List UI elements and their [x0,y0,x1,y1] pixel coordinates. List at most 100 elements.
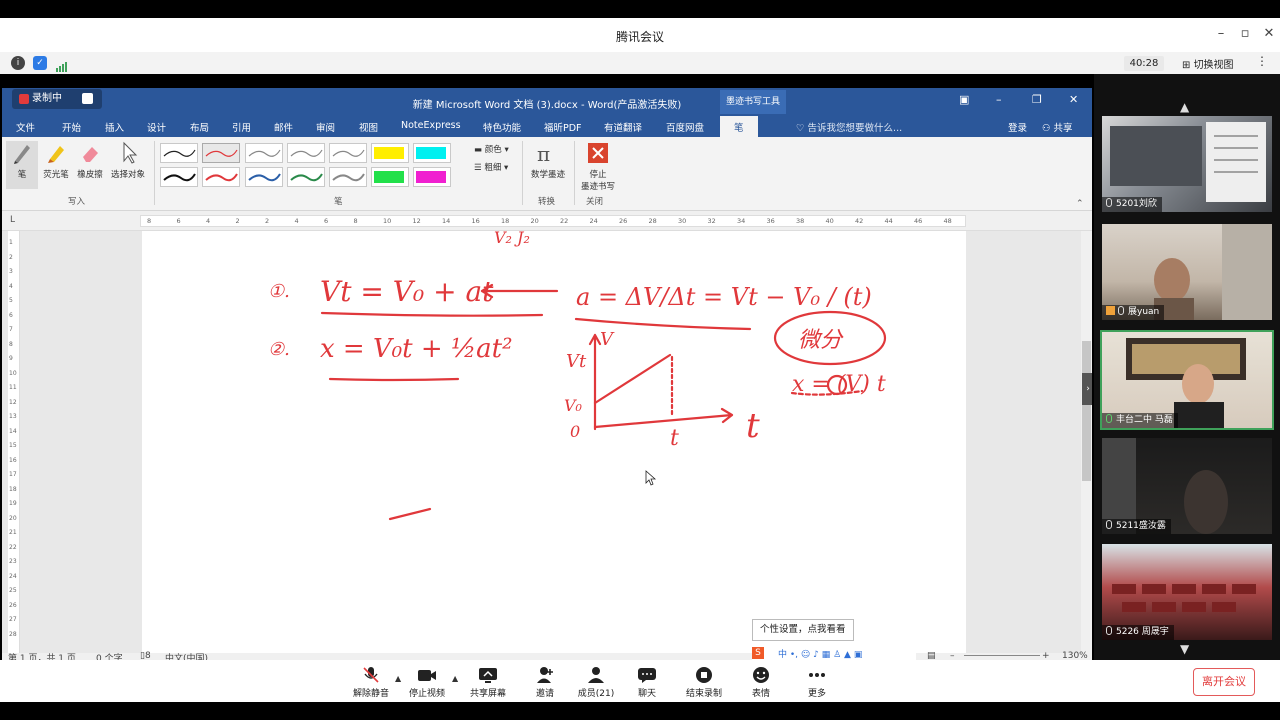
vruler-tick-label: 4 [9,282,13,290]
highlighter-tool-button[interactable]: 荧光笔 [40,141,72,189]
tab-home[interactable]: 开始 [62,120,81,134]
thickness-button[interactable]: ☰ 粗细 ▾ [474,161,508,173]
scrollbar-thumb[interactable] [1082,341,1091,481]
tab-design[interactable]: 设计 [147,120,166,134]
stop-recording-button[interactable]: 结束录制 [676,666,732,699]
tab-review[interactable]: 审阅 [316,120,335,134]
word-minimize-button[interactable]: – [996,93,1002,106]
select-objects-button[interactable]: 选择对象 [108,141,148,189]
scroll-down-icon[interactable]: ▼ [1180,642,1189,656]
pen-swatch[interactable] [160,167,198,187]
highlighter-swatch[interactable] [413,143,451,163]
ruler-tick-label: 40 [825,217,834,225]
tab-layout[interactable]: 布局 [190,120,209,134]
scroll-up-icon[interactable]: ▲ [1180,100,1189,114]
math-ink-button[interactable]: π 数学墨迹 [526,141,570,189]
pen-swatch[interactable] [329,143,367,163]
color-button[interactable]: ▬ 颜色 ▾ [474,143,509,155]
invite-button[interactable]: 邀请 [517,666,573,699]
document-page[interactable]: V₂ J₂ ①. Vt = V₀ + at a = ΔV/Δt = Vt − V… [142,228,966,653]
ink-canvas[interactable]: V₂ J₂ ①. Vt = V₀ + at a = ΔV/Δt = Vt − V… [142,228,966,653]
vruler-tick-label: 20 [9,514,17,522]
tab-insert[interactable]: 插入 [105,120,124,134]
signal-icon[interactable] [56,57,68,76]
tab-references[interactable]: 引用 [232,120,251,134]
ruler-tick-label: 22 [560,217,569,225]
eraser-label: 橡皮擦 [77,170,103,180]
video-tile[interactable]: 5226 周晟宇 [1102,544,1272,640]
vruler-tick-label: 14 [9,427,17,435]
expand-panel-icon[interactable]: › [1082,373,1092,405]
word-restore-button[interactable]: ❐ [1032,93,1042,106]
eraser-tool-button[interactable]: 橡皮擦 [74,141,106,189]
minimize-button[interactable]: – [1212,26,1230,41]
ink-graph-origin: 0 [570,422,580,441]
pen-swatch[interactable] [287,167,325,187]
tab-stop-icon[interactable]: L [10,215,15,225]
tab-youdao[interactable]: 有道翻译 [604,120,642,134]
pen-swatch[interactable] [287,143,325,163]
info-icon[interactable]: i [11,56,25,70]
zoom-slider[interactable] [964,655,1040,656]
ribbon-tabs: 文件 开始 插入 设计 布局 引用 邮件 审阅 视图 NoteExpress 特… [2,116,1092,137]
video-options-caret-icon[interactable]: ▲ [452,674,458,683]
thickness-label: 粗细 [484,163,502,173]
ribbon-display-icon[interactable]: ▣ [959,93,969,106]
pen-swatch[interactable] [202,167,240,187]
chat-label: 聊天 [637,689,656,699]
leave-meeting-button[interactable]: 离开会议 [1193,668,1255,696]
pen-swatch[interactable] [245,143,283,163]
pen-swatch[interactable] [160,143,198,163]
shield-icon[interactable]: ✓ [33,56,47,70]
tell-me-search[interactable]: ♡ 告诉我您想要做什么... [796,120,902,134]
login-link[interactable]: 登录 [1008,120,1027,134]
switch-view-button[interactable]: ⊞ 切换视图 [1182,56,1234,71]
tab-file[interactable]: 文件 [16,120,35,134]
share-screen-button[interactable]: 共享屏幕 [460,666,516,699]
tab-view[interactable]: 视图 [359,120,378,134]
emoji-label: 表情 [751,689,770,699]
tab-features[interactable]: 特色功能 [483,120,521,134]
ink-top-fragment: V₂ J₂ [494,231,530,247]
tab-pen[interactable]: 笔 [720,116,758,137]
stop-video-button[interactable]: 停止视频 [399,666,455,699]
highlighter-swatch[interactable] [371,143,409,163]
pen-swatch[interactable] [202,143,240,163]
pen-tool-button[interactable]: 笔 [6,141,38,189]
pen-swatch[interactable] [329,167,367,187]
maximize-button[interactable]: ▫ [1236,26,1254,41]
unmute-button[interactable]: 解除静音 [343,666,399,699]
tab-noteexpress[interactable]: NoteExpress [401,120,461,131]
share-button[interactable]: ⚇ 共享 [1042,120,1073,134]
collapse-ribbon-icon[interactable]: ⌃ [1076,199,1084,209]
vruler-tick-label: 11 [9,384,17,391]
meeting-toolbar: 解除静音 ▲ 停止视频 ▲ 共享屏幕 邀请 成员(21) 聊天 结束录制 表情 … [0,660,1280,702]
video-tile-active-speaker[interactable]: 丰台二中 马磊 [1100,330,1274,430]
vruler-tick-label: 10 [9,369,17,377]
video-tile[interactable]: 5211盛汝露 [1102,438,1272,534]
more-options-icon[interactable]: ⋮ [1256,54,1268,68]
pen-swatch[interactable] [245,167,283,187]
highlighter-swatch[interactable] [371,167,409,187]
chat-button[interactable]: 聊天 [619,666,675,699]
vertical-scrollbar[interactable] [1081,231,1092,653]
ime-toolbar[interactable]: S 中 •, ☺ ♪ ▦ ♙ ▲ ▣ [752,647,916,660]
more-button[interactable]: 更多 [789,666,845,699]
tab-baidu[interactable]: 百度网盘 [666,120,704,134]
participant-name-label: 展yuan [1102,305,1165,320]
ime-tooltip[interactable]: 个性设置，点我看看 [752,619,854,641]
video-tile[interactable]: 展yuan [1102,224,1272,320]
mic-muted-icon [1106,626,1112,635]
tab-foxit-pdf[interactable]: 福昕PDF [544,120,582,134]
video-tile[interactable]: 5201刘欣 [1102,116,1272,212]
participant-name: 展yuan [1128,307,1160,317]
ink-bubble-text: 微分 [798,328,844,353]
close-button[interactable]: ✕ [1260,26,1278,41]
tab-mailings[interactable]: 邮件 [274,120,293,134]
word-close-button[interactable]: ✕ [1069,93,1078,106]
members-button[interactable]: 成员(21) [568,666,624,699]
emoji-button[interactable]: 表情 [733,666,789,699]
highlighter-swatch[interactable] [413,167,451,187]
stop-inking-button[interactable]: 停止 墨迹书写 [576,141,620,192]
pen-ribbon: 笔 荧光笔 橡皮擦 选择对象 写入 ▬ 颜色 ▾ ☰ 粗细 ▾ 笔 π 数学墨迹… [2,137,1092,211]
